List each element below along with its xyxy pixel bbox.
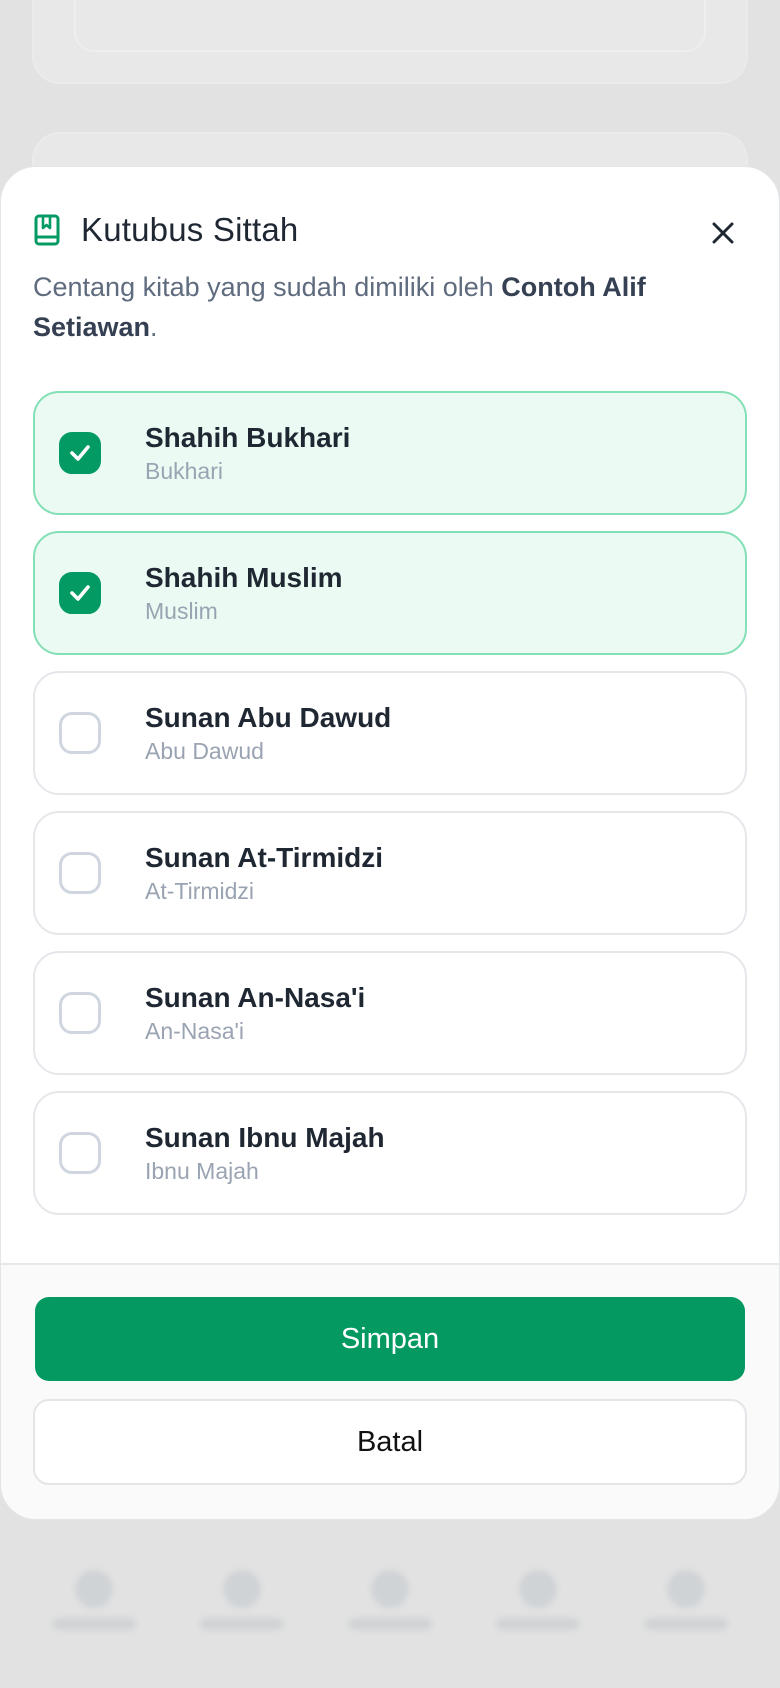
background-nav-item bbox=[478, 1528, 598, 1688]
background-nav-item bbox=[34, 1528, 154, 1688]
book-item-shahih-muslim[interactable]: Shahih Muslim Muslim bbox=[33, 531, 747, 655]
background-nav-item bbox=[182, 1528, 302, 1688]
book-short-name: An-Nasa'i bbox=[145, 1018, 244, 1044]
description-suffix: . bbox=[150, 312, 158, 342]
book-item-sunan-abu-dawud[interactable]: Sunan Abu Dawud Abu Dawud bbox=[33, 671, 747, 795]
book-list: Shahih Bukhari Bukhari Shahih Muslim Mus… bbox=[33, 391, 747, 1231]
book-short-name: Bukhari bbox=[145, 458, 223, 484]
book-name: Shahih Muslim bbox=[145, 562, 343, 593]
book-item-sunan-ibnu-majah[interactable]: Sunan Ibnu Majah Ibnu Majah bbox=[33, 1091, 747, 1215]
background-card bbox=[32, 0, 748, 84]
checkbox[interactable] bbox=[59, 432, 101, 474]
book-short-name: Abu Dawud bbox=[145, 738, 264, 764]
checkbox[interactable] bbox=[59, 1132, 101, 1174]
book-name: Sunan At-Tirmidzi bbox=[145, 842, 383, 873]
checkbox[interactable] bbox=[59, 992, 101, 1034]
book-short-name: Ibnu Majah bbox=[145, 1158, 259, 1184]
book-name: Shahih Bukhari bbox=[145, 422, 351, 453]
checkbox[interactable] bbox=[59, 572, 101, 614]
sheet-header: Kutubus Sittah bbox=[33, 203, 747, 257]
description-text: Centang kitab yang sudah dimiliki oleh bbox=[33, 272, 502, 302]
close-icon[interactable] bbox=[705, 215, 741, 251]
book-name: Sunan An-Nasa'i bbox=[145, 982, 366, 1013]
bottom-sheet: Kutubus Sittah Centang kitab yang sudah … bbox=[0, 166, 780, 1520]
book-short-name: At-Tirmidzi bbox=[145, 878, 255, 904]
check-icon bbox=[70, 585, 90, 601]
book-name: Sunan Abu Dawud bbox=[145, 702, 392, 733]
book-short-name: Muslim bbox=[145, 598, 218, 624]
checkbox[interactable] bbox=[59, 852, 101, 894]
book-icon bbox=[33, 213, 61, 247]
book-item-shahih-bukhari[interactable]: Shahih Bukhari Bukhari bbox=[33, 391, 747, 515]
save-button[interactable]: Simpan bbox=[35, 1297, 745, 1381]
cancel-button[interactable]: Batal bbox=[33, 1399, 747, 1485]
check-icon bbox=[70, 445, 90, 461]
book-item-sunan-an-nasai[interactable]: Sunan An-Nasa'i An-Nasa'i bbox=[33, 951, 747, 1075]
sheet-title: Kutubus Sittah bbox=[81, 211, 299, 248]
checkbox[interactable] bbox=[59, 712, 101, 754]
sheet-description: Centang kitab yang sudah dimiliki oleh C… bbox=[33, 267, 719, 347]
book-name: Sunan Ibnu Majah bbox=[145, 1122, 385, 1153]
background-bottom-nav bbox=[0, 1528, 780, 1688]
sheet-footer: Simpan Batal bbox=[1, 1263, 779, 1519]
book-item-sunan-at-tirmidzi[interactable]: Sunan At-Tirmidzi At-Tirmidzi bbox=[33, 811, 747, 935]
background-nav-item bbox=[626, 1528, 746, 1688]
background-nav-item bbox=[330, 1528, 450, 1688]
